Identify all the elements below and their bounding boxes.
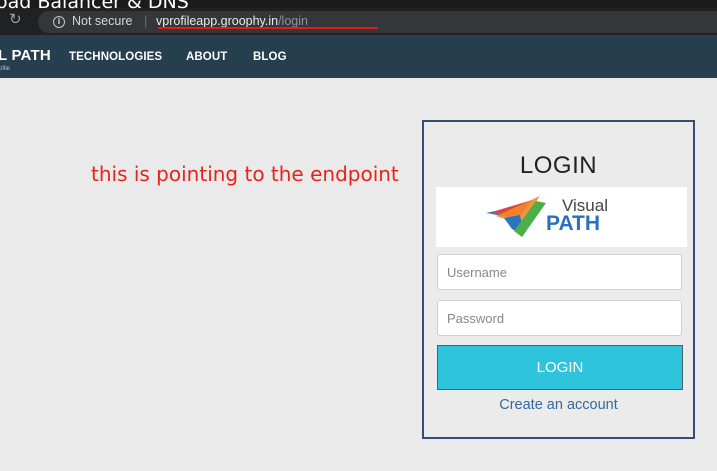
annotation-text: this is pointing to the endpoint — [91, 162, 399, 186]
nav-technologies[interactable]: TECHNOLOGIES — [69, 51, 162, 63]
login-button[interactable]: LOGIN — [437, 345, 683, 390]
url-text[interactable]: vprofileapp.groophy.in/login — [156, 14, 308, 28]
site-navbar: L PATH ofile TECHNOLOGIES ABOUT BLOG — [0, 35, 717, 78]
address-bar[interactable]: i Not secure | vprofileapp.groophy.in/lo… — [38, 11, 717, 33]
url-host: vprofileapp.groophy.in — [156, 14, 279, 28]
password-input[interactable] — [437, 300, 682, 336]
logo-text-path: PATH — [546, 212, 600, 235]
nav-about[interactable]: ABOUT — [186, 51, 227, 63]
url-path: /login — [278, 14, 308, 28]
info-icon[interactable]: i — [53, 16, 65, 28]
address-separator: | — [144, 13, 148, 28]
brand-subtitle: ofile — [0, 66, 11, 72]
create-account-link[interactable]: Create an account — [424, 397, 693, 413]
security-status[interactable]: Not secure — [72, 14, 132, 28]
visualpath-logo: Visual PATH — [436, 187, 687, 247]
visualpath-logo-icon: Visual PATH — [486, 196, 608, 237]
nav-blog[interactable]: BLOG — [253, 51, 287, 63]
window-title: oad Balancer & DNS — [0, 0, 189, 13]
url-underline-annotation — [158, 27, 378, 29]
brand-logo[interactable]: L PATH — [0, 47, 51, 64]
username-input[interactable] — [437, 254, 682, 290]
login-title: LOGIN — [519, 152, 598, 179]
login-panel: LOGIN Visual PATH LOGIN Create an accoun… — [422, 120, 695, 439]
window-titlebar: oad Balancer & DNS — [0, 0, 717, 13]
